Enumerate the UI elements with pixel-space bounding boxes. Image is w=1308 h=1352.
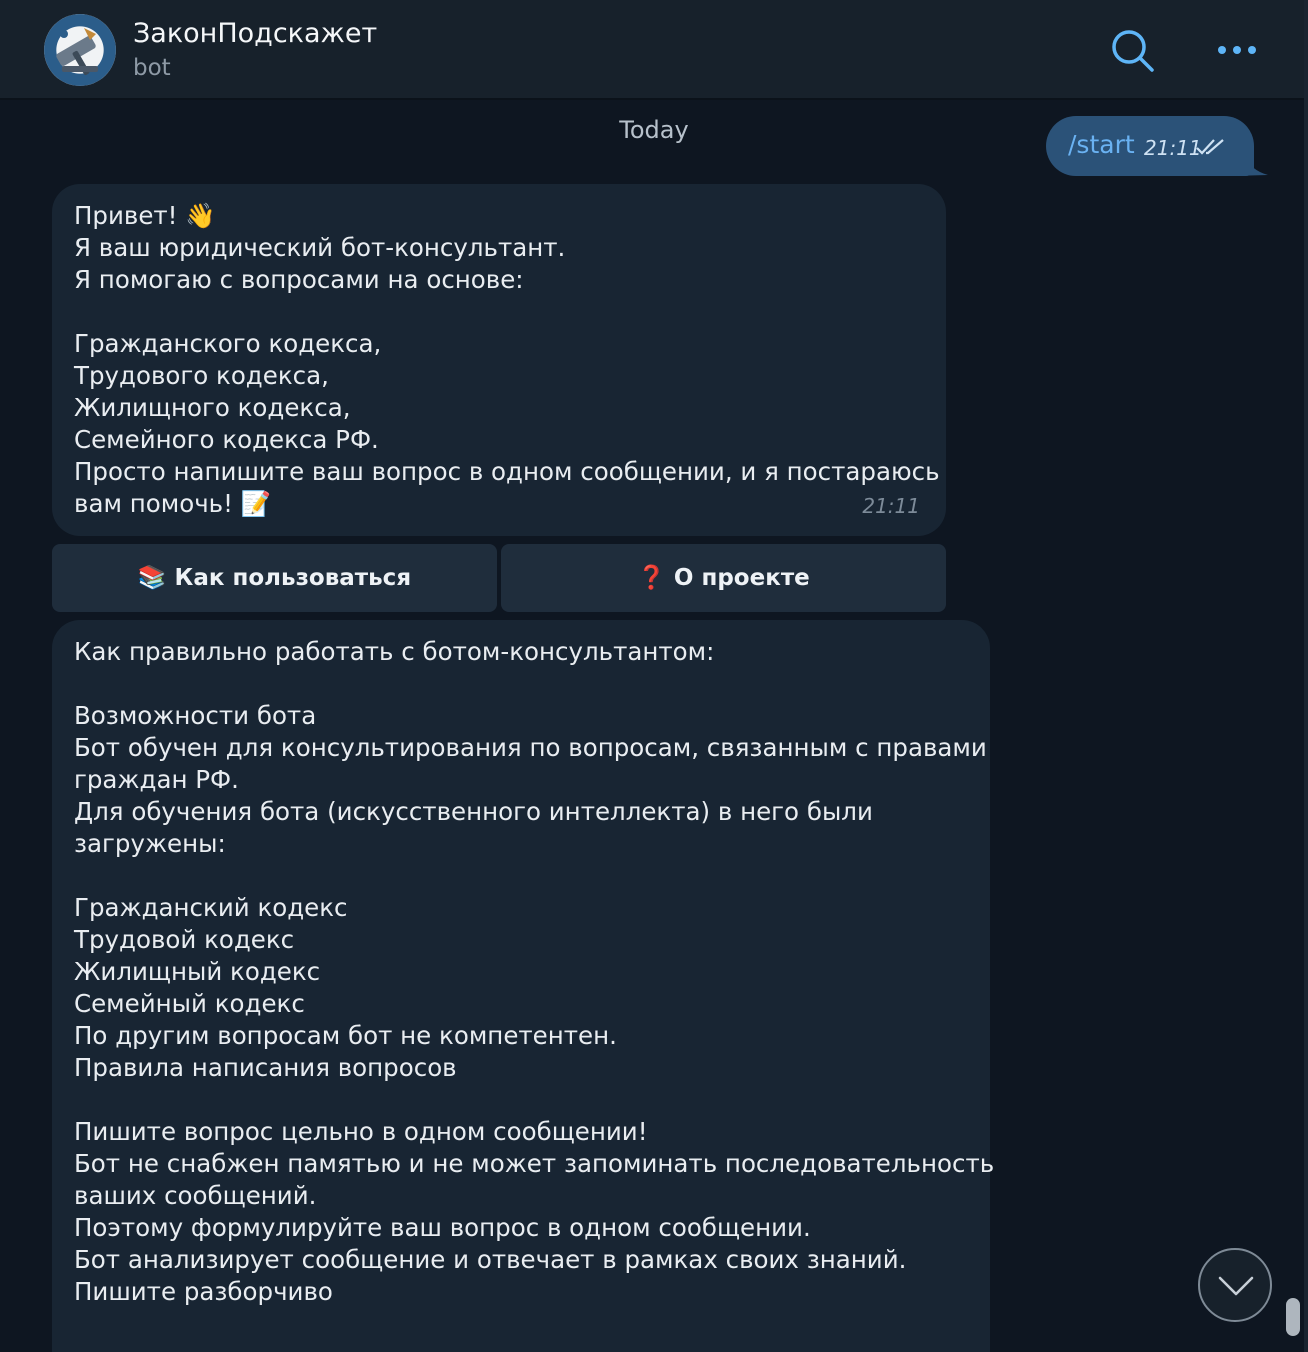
message-line: Трудовой кодекс [74,925,295,954]
message-line: Я помогаю с вопросами на основе: [74,265,524,294]
message-line: загружены: [74,829,226,858]
message-line: Поэтому формулируйте ваш вопрос в одном … [74,1213,811,1242]
double-check-icon [1196,138,1226,160]
inline-button-about[interactable]: ❓ О проекте [501,544,946,612]
message-line: Бот не снабжен памятью и не может запоми… [74,1149,995,1178]
message-line: Бот анализирует сообщение и отвечает в р… [74,1245,907,1274]
scrollbar-thumb[interactable] [1286,1298,1300,1336]
message-line: Я ваш юридический бот-консультант. [74,233,566,262]
message-line [74,668,968,700]
message-line: Трудового кодекса, [74,361,329,390]
message-line: Правила написания вопросов [74,1053,457,1082]
date-separator: Today [619,116,689,144]
message-line: Пишите вопрос цельно в одном сообщении! [74,1117,648,1146]
message-line: Жилищного кодекса, [74,393,351,422]
chat-title: ЗаконПодскажет [133,18,378,49]
message-line: Привет! 👋 [74,201,216,230]
more-dots-icon[interactable] [1212,36,1262,64]
incoming-message[interactable]: Привет! 👋 Я ваш юридический бот-консульт… [52,184,946,536]
message-line: Для обучения бота (искусственного интелл… [74,797,873,826]
message-line: Гражданского кодекса, [74,329,382,358]
message-line [74,296,924,328]
command-link[interactable]: /start [1068,130,1135,159]
message-line: граждан РФ. [74,765,239,794]
inline-button-howto[interactable]: 📚 Как пользоваться [52,544,497,612]
message-line: Бот обучен для консультирования по вопро… [74,733,987,762]
outgoing-message[interactable]: /start 21:11 [1046,116,1254,176]
message-line: Пишите разборчиво [74,1277,333,1306]
bubble-tail [1232,156,1268,176]
incoming-message[interactable]: Как правильно работать с ботом-консульта… [52,620,995,1352]
message-line: Семейного кодекса РФ. [74,425,379,454]
chevron-down-icon [1218,1276,1254,1296]
message-line: Семейный кодекс [74,989,305,1018]
message-time: 21:11 [862,494,920,518]
message-line [74,860,968,892]
message-line: Гражданский кодекс [74,893,348,922]
chat-subtitle: bot [133,55,171,81]
message-line: Как правильно работать с ботом-консульта… [74,637,715,666]
window-edge [1304,0,1308,1352]
message-time: 21:11 [1144,136,1202,160]
message-line: По другим вопросам бот не компетентен. [74,1021,617,1050]
message-line: Просто напишите ваш вопрос в одном сообщ… [74,457,940,486]
message-line: вам помочь! 📝 [74,489,272,518]
chat-header: ЗаконПодскажет bot [0,0,1308,100]
message-line: Возможности бота [74,701,317,730]
scroll-down-button[interactable] [1198,1248,1272,1322]
search-icon[interactable] [1108,26,1158,76]
message-line: Жилищный кодекс [74,957,321,986]
message-line: ваших сообщений. [74,1181,317,1210]
message-list[interactable]: Today /start 21:11 Привет! 👋 Я ваш юриди… [0,100,1308,1352]
message-line [74,1084,968,1116]
avatar[interactable] [44,14,116,86]
